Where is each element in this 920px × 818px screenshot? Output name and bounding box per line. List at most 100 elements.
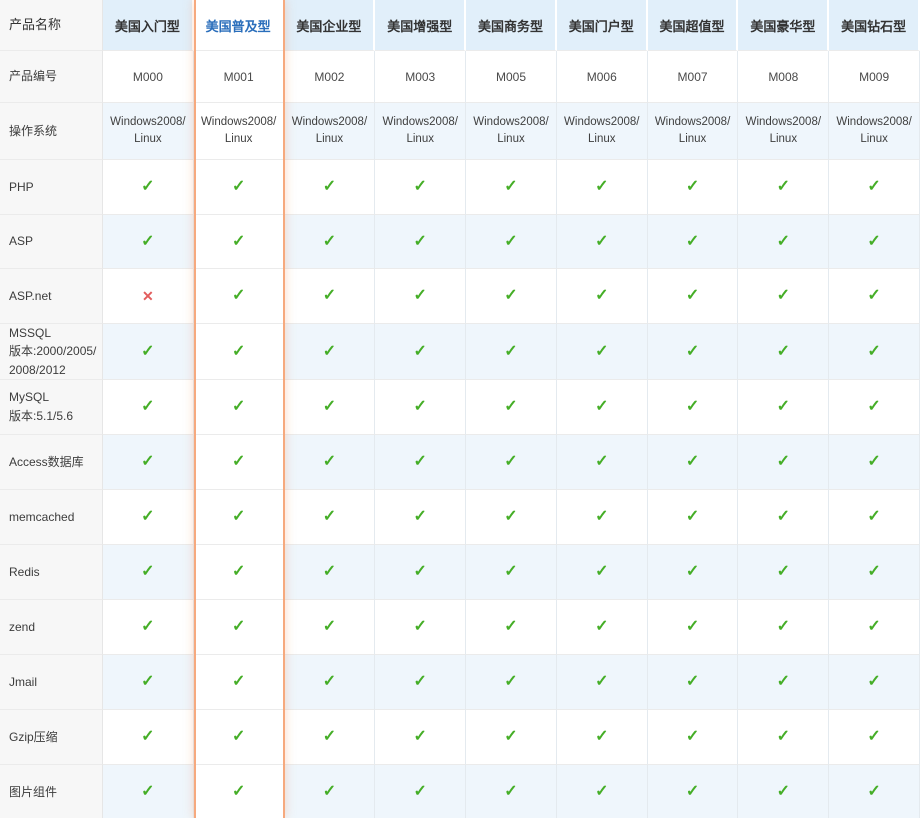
product-header[interactable]: 美国豪华型 [738, 0, 829, 51]
feature-value-cell: ✓ [103, 545, 194, 600]
product-code-label: M000 [133, 70, 163, 84]
feature-label-cell: ASP.net [0, 269, 103, 324]
check-icon: ✓ [595, 509, 608, 525]
feature-label-line: PHP [9, 178, 34, 197]
check-icon: ✓ [414, 179, 427, 195]
check-icon: ✓ [141, 784, 154, 800]
product-name-label: 美国钻石型 [841, 16, 906, 35]
product-code-cell: M001 [194, 51, 285, 103]
feature-value-cell: ✓ [285, 324, 376, 380]
feature-label-line: MSSQL [9, 324, 51, 343]
os-line: Windows2008/ [292, 114, 367, 131]
feature-value-cell: ✓ [557, 600, 648, 655]
feature-label-cell: 图片组件 [0, 765, 103, 818]
product-header[interactable]: 美国普及型 [194, 0, 285, 51]
feature-value-cell: ✓ [738, 269, 829, 324]
feature-value-cell: ✓ [285, 380, 376, 435]
feature-value-cell: ✓ [285, 765, 376, 818]
feature-value-cell: ✓ [466, 490, 557, 545]
check-icon: ✓ [595, 234, 608, 250]
product-header[interactable]: 美国企业型 [285, 0, 376, 51]
feature-value-cell: ✓ [375, 600, 466, 655]
feature-value-cell: ✓ [648, 765, 739, 818]
check-icon: ✓ [504, 234, 517, 250]
product-code-cell: M006 [557, 51, 648, 103]
os-line: Linux [588, 131, 616, 148]
check-icon: ✓ [686, 564, 699, 580]
product-comparison-table: 产品名称美国入门型美国普及型美国企业型美国增强型美国商务型美国门户型美国超值型美… [0, 0, 920, 818]
check-icon: ✓ [323, 619, 336, 635]
feature-value-cell: ✓ [285, 160, 376, 215]
product-header[interactable]: 美国商务型 [466, 0, 557, 51]
feature-value-cell: ✓ [738, 160, 829, 215]
feature-label-line: Gzip压缩 [9, 728, 58, 747]
check-icon: ✓ [777, 288, 790, 304]
check-icon: ✓ [595, 454, 608, 470]
check-icon: ✓ [232, 234, 245, 250]
check-icon: ✓ [504, 674, 517, 690]
check-icon: ✓ [867, 234, 880, 250]
os-line: Windows2008/ [746, 114, 821, 131]
feature-value-cell: ✓ [829, 545, 920, 600]
feature-value-cell: ✓ [648, 269, 739, 324]
feature-label-line: 图片组件 [9, 783, 57, 802]
feature-value-cell: ✓ [648, 490, 739, 545]
feature-value-cell: ✓ [375, 215, 466, 269]
feature-value-cell: ✓ [466, 215, 557, 269]
feature-value-cell: ✓ [557, 435, 648, 490]
feature-value-cell: ✓ [648, 600, 739, 655]
feature-value-cell: ✓ [829, 380, 920, 435]
feature-label-cell: MSSQL版本:2000/2005/2008/2012 [0, 324, 103, 380]
feature-value-cell: ✓ [466, 545, 557, 600]
check-icon: ✓ [867, 509, 880, 525]
product-header[interactable]: 美国增强型 [375, 0, 466, 51]
feature-value-cell: ✓ [103, 600, 194, 655]
feature-label-cell: zend [0, 600, 103, 655]
product-header[interactable]: 美国门户型 [557, 0, 648, 51]
check-icon: ✓ [504, 509, 517, 525]
check-icon: ✓ [323, 179, 336, 195]
corner-header-label: 产品名称 [9, 15, 61, 35]
product-header[interactable]: 美国钻石型 [829, 0, 920, 51]
feature-value-cell: ✓ [466, 765, 557, 818]
product-header[interactable]: 美国入门型 [103, 0, 194, 51]
feature-label-line: Jmail [9, 673, 37, 692]
check-icon: ✓ [323, 399, 336, 415]
check-icon: ✓ [232, 399, 245, 415]
feature-value-cell: ✓ [194, 600, 285, 655]
feature-value-cell: ✓ [285, 655, 376, 710]
check-icon: ✓ [414, 454, 427, 470]
product-code-cell: M000 [103, 51, 194, 103]
feature-value-cell: ✓ [648, 435, 739, 490]
check-icon: ✓ [777, 729, 790, 745]
feature-value-cell: ✓ [648, 655, 739, 710]
check-icon: ✓ [686, 179, 699, 195]
feature-label-cell: Gzip压缩 [0, 710, 103, 765]
check-icon: ✓ [232, 674, 245, 690]
feature-value-cell: ✓ [194, 655, 285, 710]
product-header[interactable]: 美国超值型 [648, 0, 739, 51]
check-icon: ✓ [141, 344, 154, 360]
check-icon: ✓ [686, 729, 699, 745]
product-code-label: M003 [405, 70, 435, 84]
check-icon: ✓ [232, 344, 245, 360]
feature-label-cell: Redis [0, 545, 103, 600]
check-icon: ✓ [141, 674, 154, 690]
feature-value-cell: ✓ [103, 160, 194, 215]
check-icon: ✓ [686, 509, 699, 525]
product-code-cell: M007 [648, 51, 739, 103]
check-icon: ✓ [414, 674, 427, 690]
feature-label-cell: Access数据库 [0, 435, 103, 490]
check-icon: ✓ [504, 564, 517, 580]
product-name-label: 美国商务型 [478, 16, 543, 35]
feature-value-cell: ✓ [375, 324, 466, 380]
check-icon: ✓ [414, 344, 427, 360]
feature-value-cell: ✓ [466, 380, 557, 435]
feature-value-cell: ✓ [285, 269, 376, 324]
check-icon: ✓ [867, 399, 880, 415]
check-icon: ✓ [867, 564, 880, 580]
feature-value-cell: ✓ [375, 655, 466, 710]
feature-value-cell: ✓ [648, 545, 739, 600]
feature-value-cell: ✓ [648, 380, 739, 435]
feature-label-cell: MySQL版本:5.1/5.6 [0, 380, 103, 435]
